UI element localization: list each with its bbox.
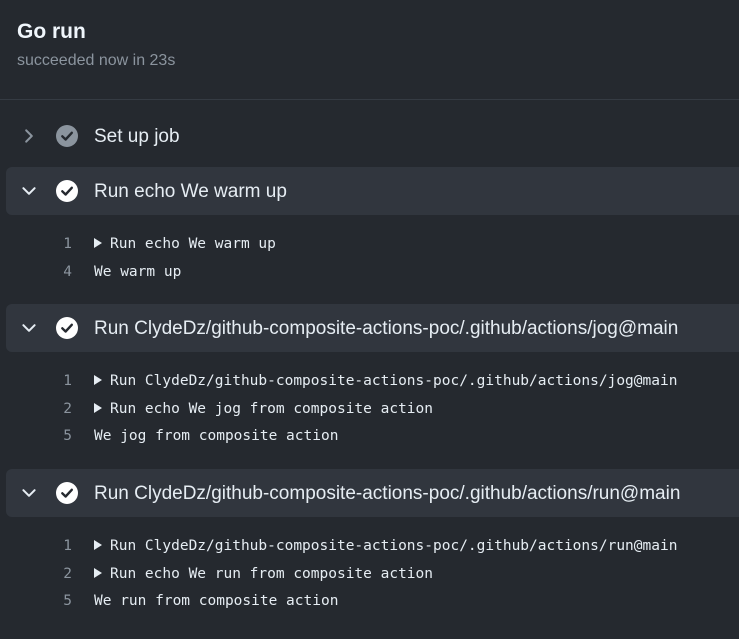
- step-header[interactable]: Run ClydeDz/github-composite-actions-poc…: [6, 304, 739, 352]
- step: Run ClydeDz/github-composite-actions-poc…: [0, 469, 739, 609]
- check-circle-icon: [56, 482, 78, 504]
- step-log: 1 Run ClydeDz/github-composite-actions-po…: [0, 369, 739, 452]
- line-content: We run from composite action: [94, 593, 338, 609]
- chevron-right-icon[interactable]: [20, 127, 38, 145]
- step: Run echo We warm up 1 Run echo We warm up 4…: [0, 167, 739, 280]
- line-content: Run echo We warm up: [94, 236, 276, 252]
- line-number[interactable]: 2: [50, 401, 72, 417]
- triangle-right-icon[interactable]: [94, 567, 102, 578]
- step-name: Run ClydeDz/github-composite-actions-poc…: [94, 483, 681, 504]
- step-header[interactable]: Run echo We warm up: [6, 167, 739, 215]
- line-content: Run echo We jog from composite action: [94, 401, 433, 417]
- step-name: Run ClydeDz/github-composite-actions-poc…: [94, 318, 679, 339]
- step-header[interactable]: Run ClydeDz/github-composite-actions-poc…: [6, 469, 739, 517]
- step-name: Set up job: [94, 126, 180, 147]
- step-log: 1 Run echo We warm up 4 We warm up: [0, 232, 739, 287]
- check-circle-icon: [56, 180, 78, 202]
- line-content: We warm up: [94, 264, 181, 280]
- line-text: We jog from composite action: [94, 428, 339, 444]
- check-circle-icon: [56, 317, 78, 339]
- triangle-right-icon[interactable]: [94, 375, 102, 385]
- log-group-line[interactable]: 1 Run ClydeDz/github-composite-actions-po…: [0, 534, 739, 562]
- line-number[interactable]: 1: [50, 236, 72, 252]
- line-text: Run echo We run from composite action: [110, 565, 434, 582]
- line-text: Run ClydeDz/github-composite-actions-poc…: [110, 538, 678, 554]
- line-text: Run ClydeDz/github-composite-actions-poc…: [110, 373, 678, 389]
- line-number[interactable]: 1: [50, 373, 72, 389]
- log-group-line[interactable]: 2 Run echo We jog from composite action: [0, 397, 739, 425]
- line-number[interactable]: 1: [50, 538, 72, 554]
- log-line: 5 We run from composite action: [0, 589, 739, 617]
- job-header: Go run succeeded now in 23s: [0, 0, 739, 100]
- log-group-line[interactable]: 1 Run ClydeDz/github-composite-actions-po…: [0, 369, 739, 397]
- triangle-right-icon[interactable]: [94, 238, 102, 248]
- log-line: 4 We warm up: [0, 260, 739, 288]
- step: Run ClydeDz/github-composite-actions-poc…: [0, 304, 739, 444]
- line-number[interactable]: 2: [50, 566, 72, 582]
- step: Set up job: [0, 112, 739, 160]
- line-content: We jog from composite action: [94, 428, 338, 444]
- step-header[interactable]: Set up job: [6, 112, 739, 160]
- log-line: 5 We jog from composite action: [0, 424, 739, 452]
- log-group-line[interactable]: 1 Run echo We warm up: [0, 232, 739, 260]
- check-circle-icon: [56, 125, 78, 147]
- job-status: succeeded now in 23s: [17, 52, 176, 69]
- line-content: Run ClydeDz/github-composite-actions-poc…: [94, 538, 677, 554]
- line-number[interactable]: 4: [50, 264, 72, 280]
- log-group-line[interactable]: 2 Run echo We run from composite action: [0, 562, 739, 590]
- line-number[interactable]: 5: [50, 428, 72, 444]
- step-log: 1 Run ClydeDz/github-composite-actions-po…: [0, 534, 739, 617]
- chevron-down-icon[interactable]: [20, 319, 38, 337]
- line-content: Run ClydeDz/github-composite-actions-poc…: [94, 373, 677, 389]
- line-content: Run echo We run from composite action: [94, 566, 433, 582]
- chevron-down-icon[interactable]: [20, 484, 38, 502]
- triangle-right-icon[interactable]: [94, 540, 102, 550]
- line-number[interactable]: 5: [50, 593, 72, 609]
- step-name: Run echo We warm up: [94, 181, 287, 202]
- line-text: We warm up: [94, 263, 182, 280]
- line-text: Run echo We warm up: [110, 236, 276, 252]
- triangle-right-icon[interactable]: [94, 402, 102, 413]
- line-text: Run echo We jog from composite action: [110, 400, 434, 417]
- chevron-down-icon[interactable]: [20, 182, 38, 200]
- line-text: We run from composite action: [94, 593, 339, 609]
- job-title: Go run: [17, 20, 86, 43]
